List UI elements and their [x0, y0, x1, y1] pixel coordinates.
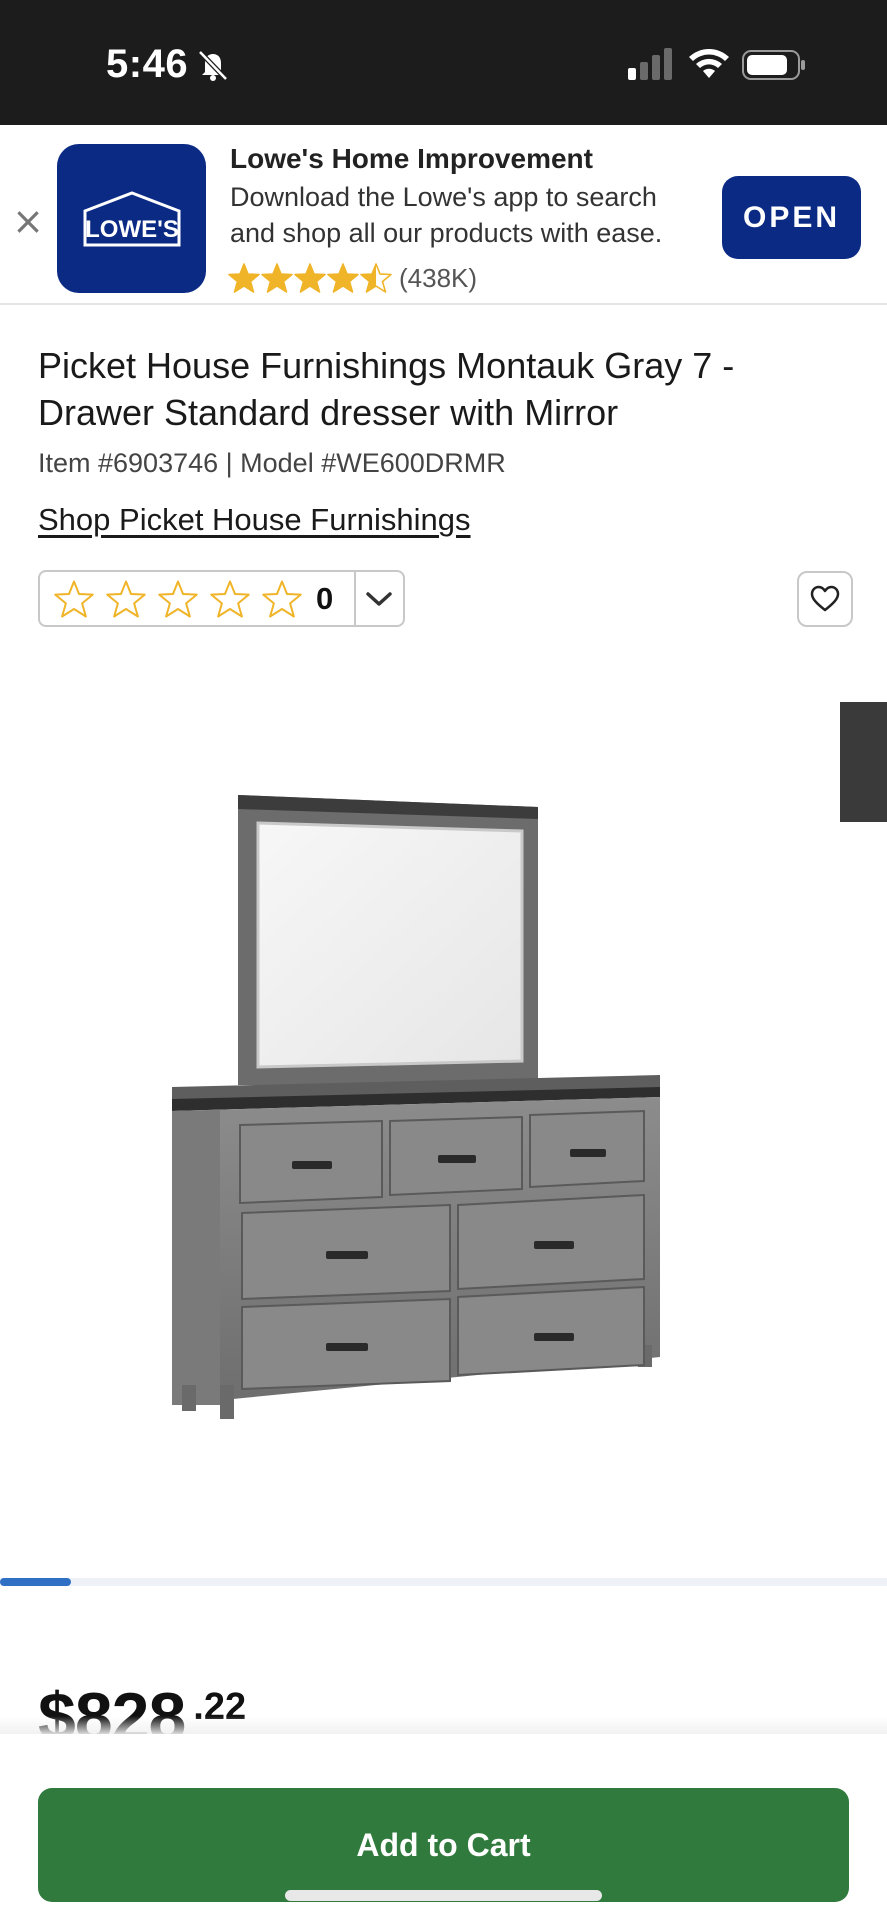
- banner-description: Download the Lowe's app to search and sh…: [230, 182, 663, 248]
- add-to-cart-button[interactable]: Add to Cart: [38, 1788, 849, 1902]
- shop-brand-link[interactable]: Shop Picket House Furnishings: [38, 502, 471, 538]
- banner-rating-count: (438K): [399, 262, 478, 293]
- bell-slash-icon: [198, 50, 228, 81]
- signal-icon: [628, 48, 672, 80]
- lowes-logo-mark: LOWE'S: [83, 190, 180, 246]
- rating-dropdown-toggle[interactable]: [356, 571, 402, 626]
- rating-summary[interactable]: 0: [38, 570, 405, 627]
- banner-star-rating: [228, 262, 393, 294]
- wifi-icon: [689, 49, 729, 78]
- status-bar: 5:46: [0, 0, 887, 125]
- star-icon: [294, 263, 326, 293]
- star-icon: [262, 580, 302, 617]
- lowes-app-logo: LOWE'S: [57, 144, 206, 293]
- star-icon: [327, 263, 359, 293]
- product-image-dresser[interactable]: [160, 785, 670, 1425]
- gallery-progress-indicator: [0, 1578, 71, 1586]
- star-icon: [210, 580, 250, 617]
- svg-text:LOWE'S: LOWE'S: [85, 216, 179, 243]
- item-model-number: Item #6903746 | Model #WE600DRMR: [38, 448, 506, 478]
- review-count: 0: [316, 580, 334, 616]
- open-app-button[interactable]: OPEN: [722, 176, 861, 259]
- star-icon: [360, 263, 392, 293]
- status-time: 5:46: [106, 42, 189, 86]
- star-icon: [106, 580, 146, 617]
- banner-app-title: Lowe's Home Improvement: [230, 143, 593, 174]
- star-icon: [158, 580, 198, 617]
- bottom-bar-shadow: [0, 1716, 887, 1736]
- favorite-button[interactable]: [797, 571, 853, 627]
- app-banner: × LOWE'S Lowe's Home Improvement Downloa…: [0, 125, 887, 305]
- heart-icon: [810, 585, 840, 612]
- star-icon: [54, 580, 94, 617]
- banner-rating: (438K): [228, 261, 477, 295]
- gallery-progress-track: [0, 1578, 887, 1586]
- battery-icon: [742, 50, 805, 80]
- star-icon: [228, 263, 260, 293]
- close-icon[interactable]: ×: [12, 202, 44, 240]
- home-indicator: [285, 1890, 602, 1901]
- product-star-rating: [40, 579, 314, 619]
- next-product-image[interactable]: [840, 702, 887, 822]
- product-image-gallery[interactable]: [0, 660, 887, 1560]
- chevron-down-icon: [366, 591, 392, 606]
- star-icon: [261, 263, 293, 293]
- product-title: Picket House Furnishings Montauk Gray 7 …: [38, 345, 735, 433]
